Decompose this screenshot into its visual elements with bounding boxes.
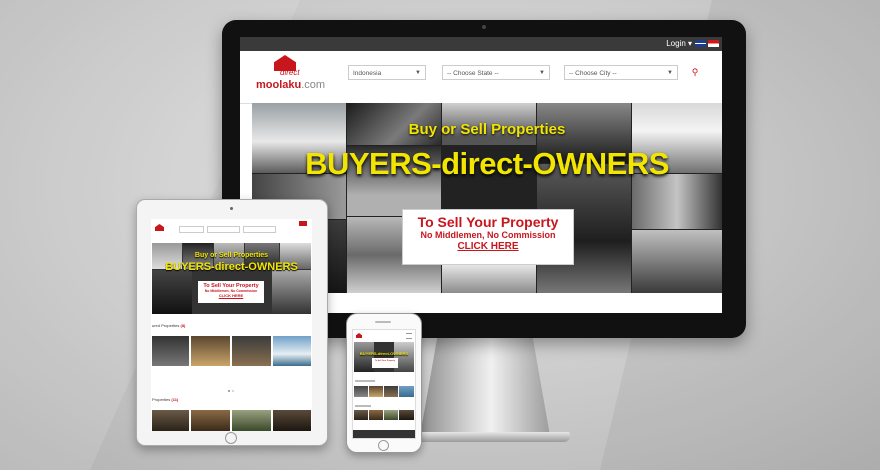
section-divider [355, 380, 375, 382]
city-select-value: -- Choose City -- [569, 70, 617, 77]
section-count: (11) [171, 397, 179, 402]
uk-flag-icon[interactable] [695, 40, 706, 47]
search-icon: ⚲ [691, 67, 699, 77]
chevron-down-icon: ▼ [539, 70, 545, 76]
camera-icon [230, 207, 233, 210]
property-thumbnail[interactable] [399, 386, 414, 397]
hero-title: BUYERS-direct-OWNERS [305, 146, 669, 181]
property-thumbnail[interactable] [384, 386, 398, 397]
country-select[interactable]: Indonesia ▼ [348, 65, 426, 80]
home-button-icon[interactable] [378, 440, 389, 451]
logo-tagline: direct [280, 68, 300, 77]
tablet-screen: Buy or Sell Properties BUYERS-direct-OWN… [151, 219, 312, 431]
property-thumbnail[interactable] [273, 336, 311, 366]
chevron-down-icon: ▼ [667, 70, 673, 76]
cta-heading: To Sell Your Property [417, 214, 559, 230]
hero-subtitle: Buy or Sell Properties [194, 252, 269, 259]
property-thumbnail[interactable] [369, 386, 383, 397]
city-select[interactable] [243, 226, 276, 233]
top-bar: Login ▾ [240, 37, 722, 51]
hero-subtitle: Buy or Sell Properties [408, 121, 566, 138]
menu-icon[interactable] [406, 333, 412, 339]
imac-stand [420, 332, 550, 436]
city-select[interactable]: -- Choose City -- ▼ [564, 65, 678, 80]
click-here-link[interactable]: CLICK HERE [198, 293, 264, 298]
sell-property-cta[interactable]: To Sell Your Property [372, 358, 398, 368]
speaker-icon [375, 321, 391, 323]
hero-title: BUYERS-direct-OWNERS [359, 351, 409, 356]
property-photo [632, 174, 722, 229]
indonesia-flag-icon[interactable] [708, 40, 719, 47]
state-select[interactable] [207, 226, 240, 233]
imac-stand-base [402, 432, 570, 442]
footer-bar [353, 430, 415, 438]
carousel-dot[interactable] [232, 390, 234, 392]
section-label: Properties [152, 397, 171, 402]
state-select[interactable]: -- Choose State -- ▼ [442, 65, 550, 80]
section-divider [355, 405, 371, 407]
property-thumbnail[interactable] [152, 336, 189, 366]
chevron-down-icon: ▼ [415, 70, 421, 76]
cta-heading: To Sell Your Property [374, 360, 396, 362]
property-photo [442, 263, 536, 293]
property-thumbnail[interactable] [191, 336, 230, 366]
house-logo-icon[interactable] [356, 333, 362, 338]
property-thumbnail[interactable] [354, 410, 368, 420]
logo-tld: .com [301, 79, 326, 91]
login-dropdown[interactable]: Login ▾ [666, 39, 692, 48]
section-count: (8) [180, 323, 186, 328]
site-logo[interactable]: moolaku.com [256, 79, 325, 91]
property-photo [272, 270, 311, 314]
property-photo [354, 342, 374, 372]
carousel-dot[interactable] [228, 390, 230, 392]
section-label: ured Properties [152, 323, 180, 328]
property-thumbnail[interactable] [399, 410, 414, 420]
country-select[interactable] [179, 226, 204, 233]
phone-screen: BUYERS-direct-OWNERS To Sell Your Proper… [352, 329, 416, 439]
property-photo [152, 270, 192, 314]
property-thumbnail[interactable] [354, 386, 368, 397]
property-thumbnail[interactable] [369, 410, 383, 420]
search-button[interactable] [299, 221, 307, 226]
hero-title: BUYERS-direct-OWNERS [165, 261, 298, 273]
state-select-value: -- Choose State -- [447, 70, 499, 77]
site-header: direct moolaku.com Indonesia ▼ -- Choose… [240, 51, 722, 104]
logo-name: moolaku [256, 79, 302, 91]
property-thumbnail[interactable] [384, 410, 398, 420]
country-select-value: Indonesia [353, 70, 382, 77]
hero-banner[interactable]: Buy or Sell Properties BUYERS-direct-OWN… [152, 243, 311, 314]
click-here-link[interactable]: CLICK HERE [403, 241, 573, 252]
sell-property-cta[interactable]: To Sell Your Property No Middlemen, No C… [198, 281, 264, 303]
property-photo [632, 230, 722, 293]
camera-icon [482, 25, 486, 29]
property-thumbnail[interactable] [232, 410, 271, 431]
hero-banner[interactable]: BUYERS-direct-OWNERS To Sell Your Proper… [354, 342, 414, 372]
property-thumbnail[interactable] [273, 410, 311, 431]
property-thumbnail[interactable] [232, 336, 271, 366]
property-thumbnail[interactable] [152, 410, 189, 431]
tablet-frame: Buy or Sell Properties BUYERS-direct-OWN… [136, 199, 328, 446]
phone-frame: BUYERS-direct-OWNERS To Sell Your Proper… [346, 313, 422, 453]
featured-properties-heading: ured Properties (8) [152, 323, 185, 328]
carousel-dots[interactable] [227, 379, 235, 397]
sell-property-cta[interactable]: To Sell Your Property No Middlemen, No C… [402, 209, 574, 265]
cta-subheading: No Middlemen, No Commission [420, 230, 556, 240]
property-thumbnail[interactable] [191, 410, 230, 431]
latest-properties-heading: Properties (11) [152, 397, 178, 402]
house-logo-icon[interactable] [155, 224, 164, 231]
search-button[interactable]: ⚲ [686, 65, 704, 80]
home-button-icon[interactable] [225, 432, 237, 444]
